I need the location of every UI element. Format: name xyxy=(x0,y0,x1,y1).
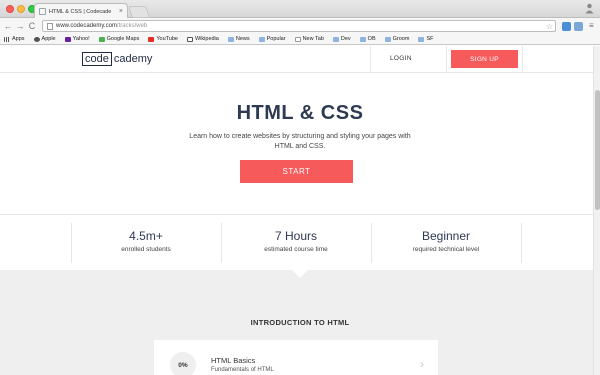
course-title: HTML & CSS xyxy=(236,102,364,124)
bookmark-label: YouTube xyxy=(156,36,178,42)
url-text: www.codecademy.com/tracks/web xyxy=(56,23,147,29)
back-button[interactable]: ← xyxy=(2,21,14,31)
bookmark-news[interactable]: News xyxy=(227,36,250,42)
apple-icon xyxy=(33,36,40,42)
wikipedia-icon xyxy=(187,36,193,42)
bookmark-sf[interactable]: SF xyxy=(418,36,433,42)
course-description: Learn how to create websites by structur… xyxy=(189,133,411,150)
browser-menu-icon[interactable]: ≡ xyxy=(589,22,594,30)
profile-icon[interactable] xyxy=(585,3,594,14)
folder-icon xyxy=(332,36,339,42)
course-hero: HTML & CSS Learn how to create websites … xyxy=(0,74,600,214)
bookmark-label: Popular xyxy=(266,36,286,42)
bookmarks-bar: Apps Apple Yahoo! Google Maps YouTube Wi… xyxy=(0,34,600,45)
page-scrollbar[interactable] xyxy=(593,46,600,375)
codecademy-logo[interactable]: code cademy xyxy=(82,52,152,66)
logo-rest-text: cademy xyxy=(113,53,153,65)
course-subtitle: Fundamentals of HTML xyxy=(211,367,274,373)
bookmark-yahoo[interactable]: Yahoo! xyxy=(64,36,90,42)
logo-boxed-text: code xyxy=(82,52,112,66)
course-name: HTML Basics xyxy=(211,356,256,365)
stat-technical-level: Beginner required technical level xyxy=(371,223,521,263)
folder-icon xyxy=(418,36,425,42)
bookmark-ob[interactable]: OB xyxy=(359,36,376,42)
progress-indicator: 0% xyxy=(170,352,196,375)
tab-close-icon[interactable]: × xyxy=(119,8,123,15)
bookmark-label: SF xyxy=(426,36,434,42)
bookmark-label: Yahoo! xyxy=(72,36,90,42)
header-divider xyxy=(446,46,447,73)
section-title: INTRODUCTION TO HTML xyxy=(250,318,350,327)
login-link[interactable]: LOGIN xyxy=(390,55,412,62)
stat-value: 4.5m+ xyxy=(129,229,163,243)
bookmark-label: News xyxy=(235,36,250,42)
folder-icon xyxy=(384,36,391,42)
stat-label: estimated course time xyxy=(264,246,328,253)
apps-grid-icon xyxy=(4,36,10,42)
extension-icon[interactable] xyxy=(562,22,571,31)
bookmark-wikipedia[interactable]: Wikipedia xyxy=(187,36,219,42)
page-favicon-icon xyxy=(39,8,46,15)
bookmark-label: Apple xyxy=(41,36,56,42)
bookmark-dev[interactable]: Dev xyxy=(332,36,351,42)
course-stats: 4.5m+ enrolled students 7 Hours estimate… xyxy=(0,214,600,270)
bookmark-apps[interactable]: Apps xyxy=(4,36,25,42)
cast-extension-icon[interactable] xyxy=(574,22,583,31)
caret-down-icon xyxy=(292,270,308,278)
bookmark-label: Wikipedia xyxy=(195,36,219,42)
bookmark-groom[interactable]: Groom xyxy=(384,36,410,42)
browser-toolbar: ← → C www.codecademy.com/tracks/web ☆ ≡ xyxy=(0,18,600,34)
bookmark-label: Apps xyxy=(12,36,25,42)
bookmark-google-maps[interactable]: Google Maps xyxy=(98,36,140,42)
bookmark-apple[interactable]: Apple xyxy=(33,36,56,42)
site-header: code cademy LOGIN SIGN UP xyxy=(0,46,600,73)
folder-icon xyxy=(227,36,234,42)
url-path: /tracks/web xyxy=(116,23,148,29)
bookmark-label: OB xyxy=(367,36,376,42)
stat-divider xyxy=(71,223,72,263)
stat-value: Beginner xyxy=(421,229,471,243)
reload-button[interactable]: C xyxy=(26,21,38,31)
scrollbar-thumb[interactable] xyxy=(595,90,600,210)
youtube-icon xyxy=(148,36,155,42)
new-tab-button[interactable] xyxy=(127,6,151,18)
url-host: www.codecademy.com xyxy=(56,23,117,29)
signup-button[interactable]: SIGN UP xyxy=(451,50,518,68)
tab-title: HTML & CSS | Codecade xyxy=(49,8,112,15)
browser-tab-active[interactable]: HTML & CSS | Codecade × xyxy=(34,3,128,19)
header-divider xyxy=(370,46,371,73)
stat-label: required technical level xyxy=(412,246,480,253)
bookmark-youtube[interactable]: YouTube xyxy=(148,36,178,42)
forward-button[interactable]: → xyxy=(14,21,26,31)
page-info-icon[interactable] xyxy=(47,22,53,30)
google-maps-icon xyxy=(98,36,105,42)
folder-icon xyxy=(258,36,265,42)
folder-icon xyxy=(359,36,366,42)
bookmark-label: Dev xyxy=(340,36,351,42)
bookmark-star-icon[interactable]: ☆ xyxy=(546,21,553,32)
close-window-button[interactable] xyxy=(6,5,14,13)
stat-label: enrolled students xyxy=(121,246,171,253)
stat-value: 7 Hours xyxy=(274,229,318,243)
address-bar[interactable]: www.codecademy.com/tracks/web ☆ xyxy=(42,20,556,32)
syllabus-section: INTRODUCTION TO HTML 0% HTML Basics Fund… xyxy=(0,270,600,375)
yahoo-icon xyxy=(64,36,71,42)
minimize-window-button[interactable] xyxy=(17,5,25,13)
bookmark-label: Groom xyxy=(392,36,410,42)
stat-divider xyxy=(521,223,522,263)
course-card-html-basics[interactable]: 0% HTML Basics Fundamentals of HTML › xyxy=(154,340,438,375)
page-icon xyxy=(294,36,301,42)
chevron-right-icon: › xyxy=(420,357,424,371)
bookmark-new-tab[interactable]: New Tab xyxy=(294,36,324,42)
stat-course-time: 7 Hours estimated course time xyxy=(221,223,371,263)
start-button[interactable]: START xyxy=(240,160,353,183)
header-divider xyxy=(522,46,523,73)
bookmark-label: New Tab xyxy=(302,36,324,42)
bookmark-label: Google Maps xyxy=(106,36,140,42)
bookmark-popular[interactable]: Popular xyxy=(258,36,286,42)
stat-enrolled: 4.5m+ enrolled students xyxy=(71,223,221,263)
browser-titlebar: HTML & CSS | Codecade × xyxy=(0,0,600,19)
